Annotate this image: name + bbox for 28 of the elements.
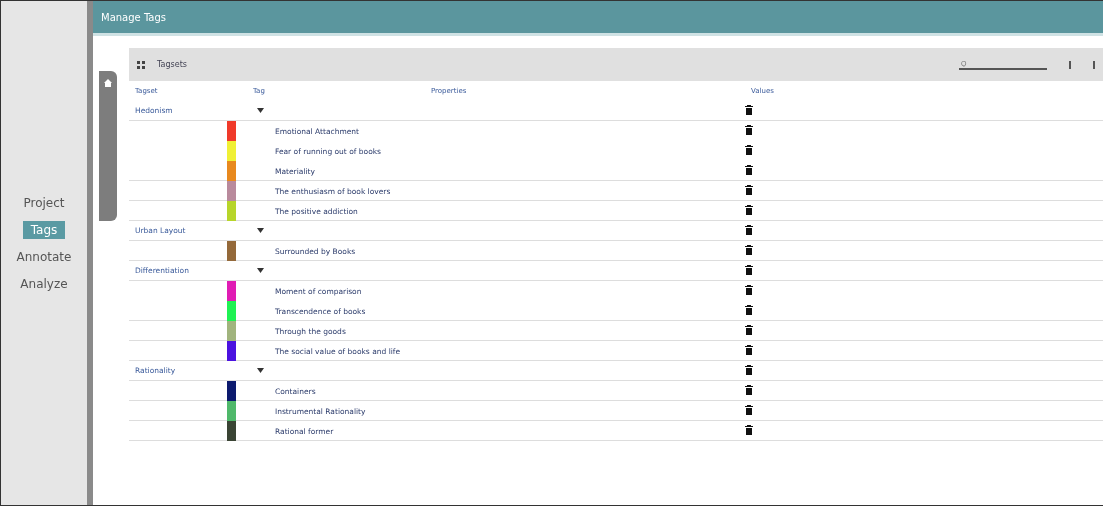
home-icon (104, 79, 112, 87)
caret-icon[interactable] (257, 228, 264, 233)
nav-item[interactable]: Analyze (12, 275, 76, 293)
trash-icon[interactable] (745, 385, 753, 395)
trash-icon[interactable] (745, 125, 753, 135)
toolbar-title: Tagsets (157, 60, 187, 69)
trash-icon[interactable] (745, 224, 753, 235)
trash-icon[interactable] (745, 205, 753, 215)
trash-icon[interactable] (745, 185, 753, 195)
trash-icon[interactable] (745, 165, 753, 175)
trash-icon[interactable] (745, 104, 753, 115)
trash-icon[interactable] (745, 264, 753, 275)
trash-icon[interactable] (745, 345, 753, 355)
trash-icon[interactable] (745, 405, 753, 415)
caret-icon[interactable] (257, 108, 264, 113)
nav-item[interactable]: Project (15, 194, 73, 212)
trash-icon[interactable] (745, 325, 753, 335)
trash-icon[interactable] (745, 245, 753, 255)
caret-icon[interactable] (257, 368, 264, 373)
trash-icon[interactable] (745, 285, 753, 295)
trash-icon[interactable] (745, 425, 753, 435)
trash-icon[interactable] (745, 305, 753, 315)
trash-icon[interactable] (745, 145, 753, 155)
page-title: Manage Tags (101, 11, 167, 23)
trash-icon[interactable] (745, 364, 753, 375)
nav-item[interactable]: Annotate (8, 248, 80, 266)
caret-icon[interactable] (257, 268, 264, 273)
grid-icon (137, 60, 145, 69)
